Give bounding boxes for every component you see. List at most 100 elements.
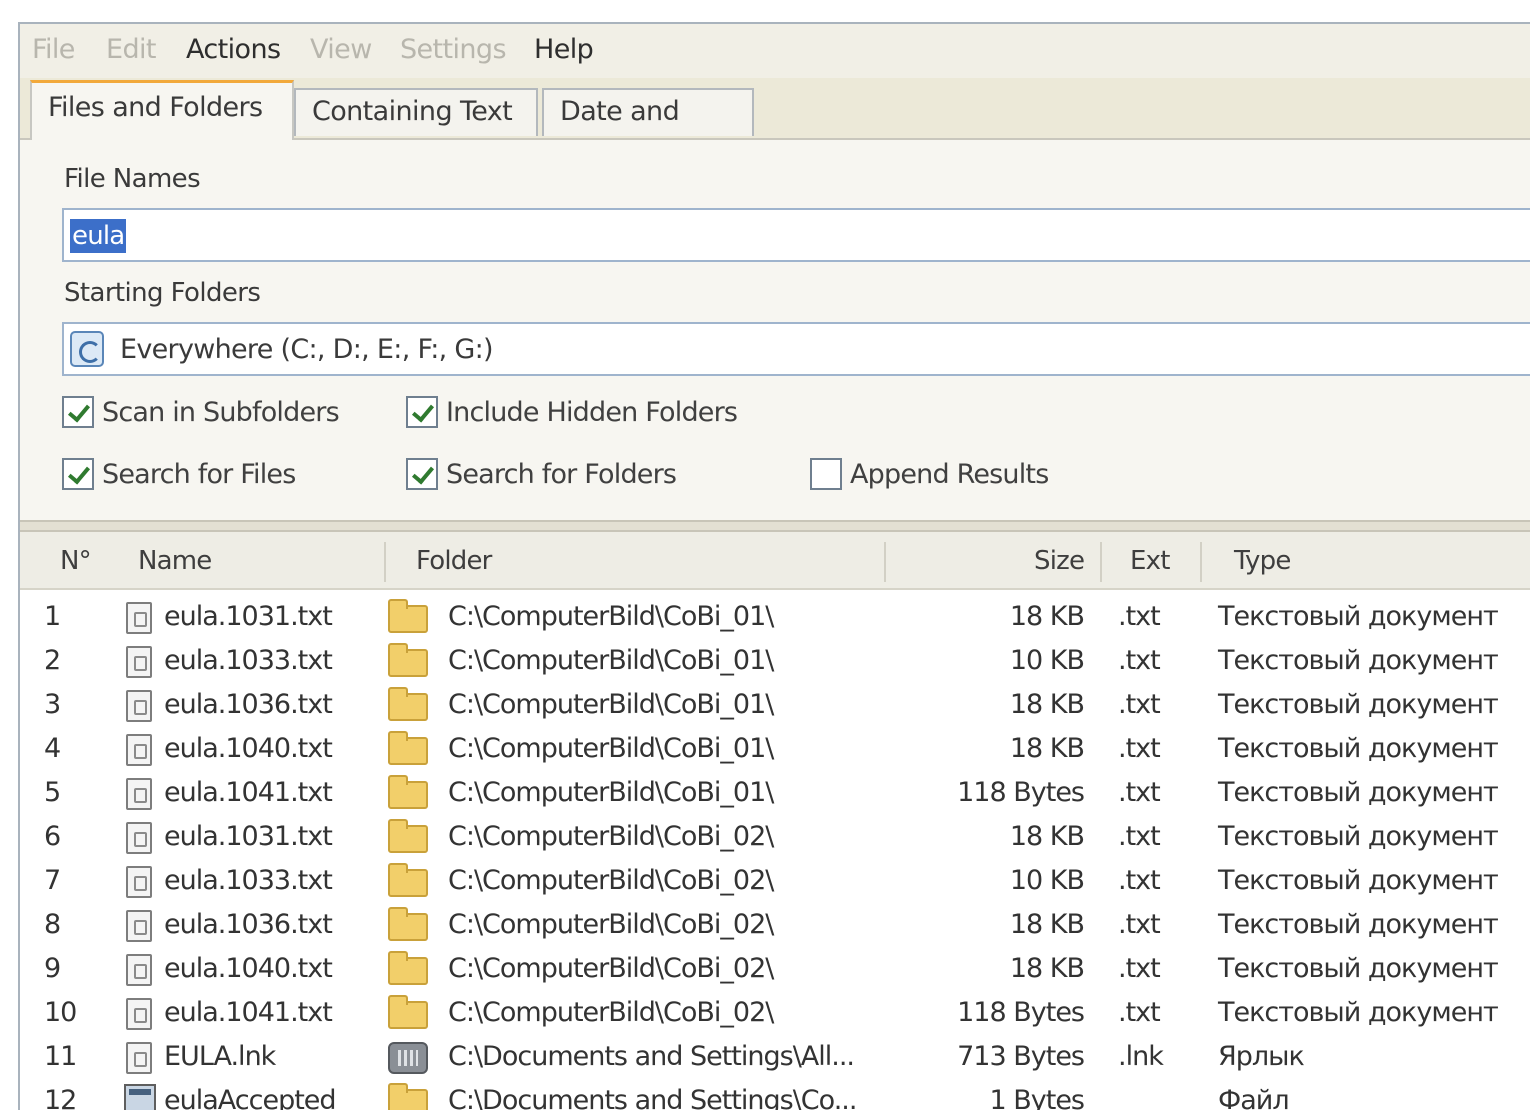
cell-ext: .txt — [1118, 865, 1161, 896]
cell-size: 18 KB — [1009, 733, 1085, 764]
tab-files-and-folders[interactable]: Files and Folders — [30, 80, 294, 140]
drive-search-icon — [70, 331, 104, 367]
column-header-size[interactable]: Size — [1034, 546, 1085, 576]
cell-size: 118 Bytes — [957, 777, 1085, 808]
cell-number: 6 — [44, 821, 61, 852]
cell-type: Текстовый документ — [1218, 909, 1499, 940]
cell-ext: .txt — [1118, 953, 1161, 984]
cell-folder: C:\ComputerBild\CoBi_01\ — [448, 601, 774, 632]
table-row[interactable]: 10 eula.1041.txt C:\ComputerBild\CoBi_02\ 1… — [20, 992, 1530, 1036]
cell-ext: .txt — [1118, 689, 1161, 720]
table-row[interactable]: 2 eula.1033.txt C:\ComputerBild\CoBi_01\ 10… — [20, 640, 1530, 684]
table-row[interactable]: 7 eula.1033.txt C:\ComputerBild\CoBi_02\ 10… — [20, 860, 1530, 904]
scan-subfolders-checkbox[interactable]: Scan in Subfolders — [62, 394, 362, 434]
cell-size: 18 KB — [1009, 953, 1085, 984]
panel-splitter[interactable] — [20, 520, 1530, 532]
file-names-value: eula — [70, 219, 127, 253]
menu-view[interactable]: View — [310, 34, 372, 65]
folder-icon — [388, 995, 428, 1029]
cell-ext: .txt — [1118, 909, 1161, 940]
cell-name: eula.1041.txt — [164, 777, 333, 808]
column-header-ext[interactable]: Ext — [1130, 546, 1170, 576]
results-header: N° Name Folder Size Ext Type — [20, 532, 1530, 590]
cell-type: Файл — [1218, 1085, 1290, 1110]
menu-help[interactable]: Help — [534, 34, 594, 65]
cell-name: eula.1040.txt — [164, 733, 333, 764]
menu-actions[interactable]: Actions — [186, 34, 281, 65]
column-header-type[interactable]: Type — [1234, 546, 1291, 576]
cell-type: Текстовый документ — [1218, 601, 1499, 632]
text-file-icon — [126, 910, 152, 942]
cell-size: 713 Bytes — [957, 1041, 1085, 1072]
cell-name: eula.1033.txt — [164, 865, 333, 896]
results-list: N° Name Folder Size Ext Type 1 eula.1031.… — [20, 532, 1530, 1110]
include-hidden-folders-label: Include Hidden Folders — [446, 397, 738, 428]
table-row[interactable]: 5 eula.1041.txt C:\ComputerBild\CoBi_01\ 11… — [20, 772, 1530, 816]
search-for-folders-checkbox[interactable]: Search for Folders — [406, 456, 706, 496]
cell-number: 3 — [44, 689, 61, 720]
menu-settings[interactable]: Settings — [400, 34, 507, 65]
folder-icon — [388, 599, 428, 633]
table-row[interactable]: 3 eula.1036.txt C:\ComputerBild\CoBi_01\ 18… — [20, 684, 1530, 728]
cell-type: Текстовый документ — [1218, 997, 1499, 1028]
folder-icon — [388, 951, 428, 985]
append-results-checkbox[interactable]: Append Results — [810, 456, 1070, 496]
cell-name: EULA.lnk — [164, 1041, 276, 1072]
checkbox-checked-icon — [406, 396, 438, 428]
starting-folders-value: Everywhere (C:, D:, E:, F:, G:) — [120, 334, 494, 365]
cell-name: eula.1031.txt — [164, 601, 333, 632]
tab-containing-text[interactable]: Containing Text — [294, 88, 538, 136]
menu-file[interactable]: File — [32, 34, 75, 65]
column-header-name[interactable]: Name — [138, 546, 212, 576]
cell-type: Текстовый документ — [1218, 865, 1499, 896]
starting-folders-combobox[interactable]: Everywhere (C:, D:, E:, F:, G:) — [62, 322, 1530, 376]
column-header-folder[interactable]: Folder — [416, 546, 492, 576]
column-separator[interactable] — [884, 542, 886, 582]
text-file-icon — [126, 646, 152, 678]
column-separator[interactable] — [384, 542, 386, 582]
cell-name: eula.1036.txt — [164, 909, 333, 940]
checkbox-checked-icon — [62, 396, 94, 428]
cell-type: Текстовый документ — [1218, 689, 1499, 720]
cell-name: eulaAccepted — [164, 1085, 337, 1110]
column-separator[interactable] — [1100, 542, 1102, 582]
cell-size: 18 KB — [1009, 821, 1085, 852]
cell-ext: .txt — [1118, 733, 1161, 764]
cell-size: 1 Bytes — [989, 1085, 1085, 1110]
column-header-number[interactable]: N° — [60, 546, 92, 576]
column-separator[interactable] — [1200, 542, 1202, 582]
cell-type: Текстовый документ — [1218, 733, 1499, 764]
table-row[interactable]: 4 eula.1040.txt C:\ComputerBild\CoBi_01\ 18… — [20, 728, 1530, 772]
search-criteria-panel: File Names eula Starting Folders Everywh… — [20, 138, 1530, 520]
menu-bar: File Edit Actions View Settings Help — [20, 24, 1530, 78]
folder-icon — [388, 863, 428, 897]
file-names-input[interactable]: eula — [62, 208, 1530, 262]
folder-icon — [388, 819, 428, 853]
cell-folder: C:\ComputerBild\CoBi_02\ — [448, 821, 774, 852]
cell-folder: C:\ComputerBild\CoBi_01\ — [448, 777, 774, 808]
table-row[interactable]: 9 eula.1040.txt C:\ComputerBild\CoBi_02\ 18… — [20, 948, 1530, 992]
folder-icon — [388, 907, 428, 941]
menu-edit[interactable]: Edit — [106, 34, 156, 65]
checkbox-checked-icon — [406, 458, 438, 490]
table-row[interactable]: 12 eulaAccepted C:\Documents and Settings\… — [20, 1080, 1530, 1110]
cell-type: Текстовый документ — [1218, 821, 1499, 852]
cell-number: 11 — [44, 1041, 77, 1072]
table-row[interactable]: 8 eula.1036.txt C:\ComputerBild\CoBi_02\ 18… — [20, 904, 1530, 948]
table-row[interactable]: 1 eula.1031.txt C:\ComputerBild\CoBi_01\ 18… — [20, 596, 1530, 640]
cell-size: 10 KB — [1009, 645, 1085, 676]
include-hidden-folders-checkbox[interactable]: Include Hidden Folders — [406, 394, 746, 434]
cell-type: Текстовый документ — [1218, 777, 1499, 808]
cell-folder: C:\Documents and Settings\Co... — [448, 1085, 857, 1110]
tab-strip: Files and Folders Containing Text Date a… — [20, 78, 1530, 171]
tab-date-and-size[interactable]: Date and Size — [542, 88, 754, 171]
folder-icon — [388, 731, 428, 765]
text-file-icon — [126, 602, 152, 634]
scan-subfolders-label: Scan in Subfolders — [102, 397, 340, 428]
cell-name: eula.1031.txt — [164, 821, 333, 852]
search-for-files-checkbox[interactable]: Search for Files — [62, 456, 362, 496]
table-row[interactable]: 11 EULA.lnk C:\Documents and Settings\All.… — [20, 1036, 1530, 1080]
folder-icon — [388, 687, 428, 721]
table-row[interactable]: 6 eula.1031.txt C:\ComputerBild\CoBi_02\ 18… — [20, 816, 1530, 860]
cell-type: Текстовый документ — [1218, 645, 1499, 676]
